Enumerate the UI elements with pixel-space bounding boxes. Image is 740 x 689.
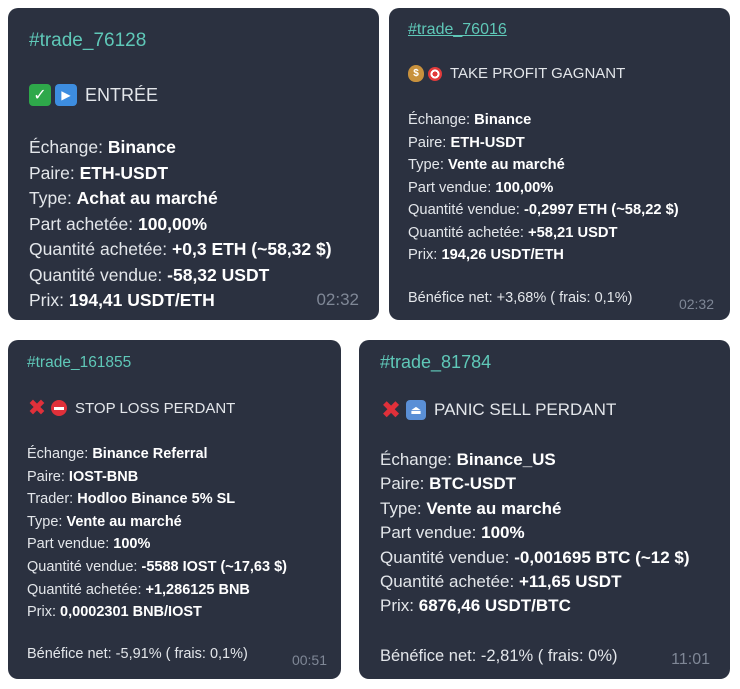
message-heading: ✖ STOP LOSS PERDANT bbox=[27, 395, 236, 420]
detail-row: Type: Vente au marché bbox=[380, 498, 562, 518]
message-heading: $ TAKE PROFIT GAGNANT bbox=[408, 65, 625, 82]
detail-row: Paire: ETH-USDT bbox=[408, 134, 525, 151]
detail-row: Prix: 6876,46 USDT/BTC bbox=[380, 596, 571, 616]
detail-row: Trader: Hodloo Binance 5% SL bbox=[27, 491, 236, 508]
message-heading: ✓ ▶ ENTRÉE bbox=[29, 84, 158, 106]
money-bag-icon: $ bbox=[408, 65, 424, 82]
detail-row: Paire: ETH-USDT bbox=[29, 162, 169, 183]
message-title: TAKE PROFIT GAGNANT bbox=[450, 65, 626, 82]
net-profit-line: Bénéfice net: -2,81% ( frais: 0%) bbox=[380, 647, 618, 665]
eject-icon: ⏏ bbox=[406, 400, 426, 420]
detail-row: Échange: Binance Referral bbox=[27, 446, 208, 462]
no-entry-icon bbox=[51, 400, 67, 416]
detail-row: Quantité achetée: +1,286125 BNB bbox=[27, 581, 250, 598]
trade-details: Échange: Binance Paire: ETH-USDT Type: V… bbox=[408, 109, 679, 267]
trade-message-card: #trade_81784 ✖ ⏏ PANIC SELL PERDANT Écha… bbox=[359, 340, 730, 679]
detail-row: Part vendue: 100% bbox=[380, 523, 525, 543]
detail-row: Type: Vente au marché bbox=[408, 157, 565, 173]
trade-message-card: #trade_76128 ✓ ▶ ENTRÉE Échange: Binance… bbox=[8, 8, 379, 320]
trade-message-card: #trade_161855 ✖ STOP LOSS PERDANT Échang… bbox=[8, 340, 341, 679]
cross-icon: ✖ bbox=[27, 395, 47, 420]
message-timestamp: 00:51 bbox=[291, 652, 327, 668]
detail-row: Quantité achetée: +58,21 USDT bbox=[408, 224, 618, 241]
net-profit-line: Bénéfice net: +3,68% ( frais: 0,1%) bbox=[408, 290, 633, 306]
detail-row: Quantité vendue: -58,32 USDT bbox=[29, 264, 270, 285]
detail-row: Quantité vendue: -0,001695 BTC (~12 $) bbox=[380, 547, 690, 567]
play-icon: ▶ bbox=[55, 84, 77, 106]
detail-row: Échange: Binance bbox=[408, 112, 532, 128]
detail-row: Part vendue: 100% bbox=[27, 536, 151, 553]
message-timestamp: 11:01 bbox=[671, 651, 710, 668]
detail-row: Part achetée: 100,00% bbox=[29, 213, 208, 234]
trade-hashtag-link[interactable]: #trade_161855 bbox=[27, 354, 131, 372]
message-heading: ✖ ⏏ PANIC SELL PERDANT bbox=[380, 396, 617, 424]
message-title: STOP LOSS PERDANT bbox=[75, 399, 236, 417]
trade-details: Échange: Binance Referral Paire: IOST-BN… bbox=[27, 443, 287, 624]
trade-hashtag-link[interactable]: #trade_76128 bbox=[29, 30, 146, 52]
trade-message-card: #trade_76016 $ TAKE PROFIT GAGNANT Échan… bbox=[389, 8, 730, 320]
detail-row: Type: Vente au marché bbox=[27, 513, 182, 530]
detail-row: Prix: 0,0002301 BNB/IOST bbox=[27, 604, 202, 621]
message-timestamp: 02:32 bbox=[316, 290, 359, 309]
detail-row: Paire: BTC-USDT bbox=[380, 474, 517, 494]
detail-row: Quantité achetée: +11,65 USDT bbox=[380, 572, 622, 592]
detail-row: Paire: IOST-BNB bbox=[27, 468, 139, 485]
cross-icon: ✖ bbox=[380, 396, 402, 424]
detail-row: Quantité vendue: -0,2997 ETH (~58,22 $) bbox=[408, 202, 679, 218]
check-icon: ✓ bbox=[29, 84, 51, 106]
detail-row: Quantité vendue: -5588 IOST (~17,63 $) bbox=[27, 558, 287, 575]
message-timestamp: 02:32 bbox=[678, 296, 714, 312]
trade-hashtag-link[interactable]: #trade_76016 bbox=[408, 21, 507, 39]
detail-row: Quantité achetée: +0,3 ETH (~58,32 $) bbox=[29, 239, 332, 259]
detail-row: Prix: 194,26 USDT/ETH bbox=[408, 247, 564, 263]
trade-details: Échange: Binance Paire: ETH-USDT Type: A… bbox=[29, 135, 332, 314]
detail-row: Type: Achat au marché bbox=[29, 188, 218, 208]
detail-row: Échange: Binance_US bbox=[380, 450, 556, 469]
net-profit-line: Bénéfice net: -5,91% ( frais: 0,1%) bbox=[27, 646, 248, 662]
message-title: PANIC SELL PERDANT bbox=[434, 400, 617, 419]
detail-row: Prix: 194,41 USDT/ETH bbox=[29, 290, 215, 310]
trade-details: Échange: Binance_US Paire: BTC-USDT Type… bbox=[380, 448, 690, 619]
trade-hashtag-link[interactable]: #trade_81784 bbox=[380, 352, 491, 373]
target-icon bbox=[428, 66, 442, 81]
message-title: ENTRÉE bbox=[85, 84, 159, 105]
detail-row: Échange: Binance bbox=[29, 137, 176, 157]
detail-row: Part vendue: 100,00% bbox=[408, 179, 554, 196]
